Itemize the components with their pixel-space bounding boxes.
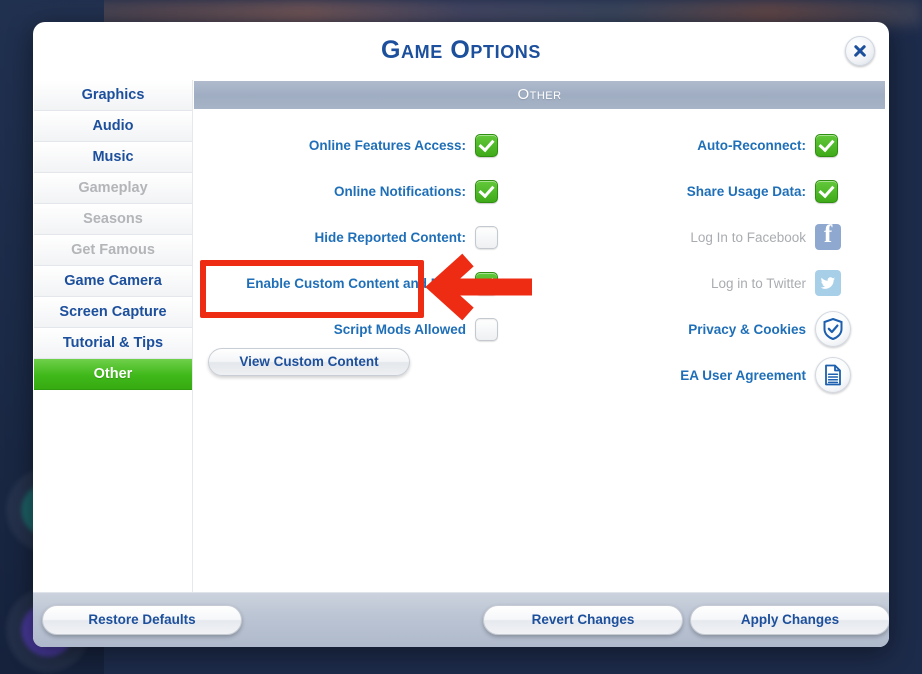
checkbox-wrap	[475, 271, 531, 295]
sidebar-item-graphics[interactable]: Graphics	[34, 80, 192, 111]
option-label: Privacy & Cookies	[688, 321, 806, 337]
option-online-features-access[interactable]: Online Features Access:	[201, 122, 531, 168]
option-hide-reported-content[interactable]: Hide Reported Content:	[201, 214, 531, 260]
dialog-body: Graphics Audio Music Gameplay Seasons Ge…	[33, 80, 889, 592]
category-sidebar: Graphics Audio Music Gameplay Seasons Ge…	[34, 80, 192, 592]
sidebar-item-seasons[interactable]: Seasons	[34, 204, 192, 235]
twitter-icon[interactable]	[815, 270, 841, 296]
shield-check-glyph	[823, 318, 843, 340]
sidebar-item-game-camera[interactable]: Game Camera	[34, 266, 192, 297]
sidebar-item-screen-capture[interactable]: Screen Capture	[34, 297, 192, 328]
option-label: Auto-Reconnect:	[697, 137, 806, 153]
icon-wrap	[815, 270, 871, 296]
checkbox-online-features-access[interactable]	[475, 133, 498, 157]
sidebar-item-get-famous[interactable]: Get Famous	[34, 235, 192, 266]
checkbox-wrap	[815, 133, 871, 157]
option-label: Online Notifications:	[333, 183, 466, 199]
checkbox-share-usage-data[interactable]	[815, 179, 838, 203]
option-label: Enable Custom Content and Mods	[246, 275, 466, 291]
option-label: Script Mods Allowed	[333, 321, 466, 337]
option-label: Online Features Access:	[308, 137, 466, 153]
checkbox-hide-reported-content[interactable]	[475, 225, 498, 249]
checkbox-enable-custom-content-and-mods[interactable]	[475, 271, 498, 295]
icon-wrap	[815, 221, 871, 250]
document-icon[interactable]	[815, 357, 851, 393]
option-log-in-to-twitter[interactable]: Log in to Twitter	[541, 260, 871, 306]
option-label: Hide Reported Content:	[314, 229, 467, 245]
twitter-bird-glyph	[820, 277, 836, 289]
dialog-titlebar: Game Options	[33, 22, 889, 80]
page-title: Game Options	[380, 36, 542, 64]
facebook-icon[interactable]	[815, 221, 841, 250]
document-glyph	[825, 364, 841, 386]
revert-changes-button[interactable]: Revert Changes	[483, 605, 683, 635]
option-auto-reconnect[interactable]: Auto-Reconnect:	[541, 122, 871, 168]
apply-changes-button[interactable]: Apply Changes	[690, 605, 889, 635]
checkbox-auto-reconnect[interactable]	[815, 133, 838, 157]
option-label: Log In to Facebook	[690, 229, 806, 245]
options-panel: Other Online Features Access: Online Not…	[192, 80, 889, 592]
sidebar-item-tutorial-and-tips[interactable]: Tutorial & Tips	[34, 328, 192, 359]
option-online-notifications[interactable]: Online Notifications:	[201, 168, 531, 214]
dialog-footer: Restore Defaults Revert Changes Apply Ch…	[33, 592, 889, 647]
option-enable-custom-content-and-mods[interactable]: Enable Custom Content and Mods	[201, 260, 531, 306]
panel-header: Other	[194, 81, 885, 109]
close-icon[interactable]	[845, 36, 875, 66]
option-ea-user-agreement[interactable]: EA User Agreement	[541, 352, 871, 398]
sidebar-filler	[34, 390, 192, 520]
sidebar-item-audio[interactable]: Audio	[34, 111, 192, 142]
checkbox-wrap	[815, 179, 871, 203]
sidebar-item-music[interactable]: Music	[34, 142, 192, 173]
icon-wrap	[815, 311, 871, 347]
checkbox-script-mods-allowed[interactable]	[475, 317, 498, 341]
shield-check-icon[interactable]	[815, 311, 851, 347]
icon-wrap	[815, 357, 871, 393]
option-privacy-and-cookies[interactable]: Privacy & Cookies	[541, 306, 871, 352]
checkbox-wrap	[475, 179, 531, 203]
sidebar-item-other[interactable]: Other	[34, 359, 192, 390]
checkbox-wrap	[475, 133, 531, 157]
option-label: Share Usage Data:	[686, 183, 806, 199]
option-share-usage-data[interactable]: Share Usage Data:	[541, 168, 871, 214]
view-custom-content-button[interactable]: View Custom Content	[208, 348, 410, 376]
checkbox-online-notifications[interactable]	[475, 179, 498, 203]
restore-defaults-button[interactable]: Restore Defaults	[42, 605, 242, 635]
option-log-in-to-facebook[interactable]: Log In to Facebook	[541, 214, 871, 260]
options-left-column: Online Features Access: Online Notificat…	[201, 122, 531, 376]
checkbox-wrap	[475, 317, 531, 341]
option-label: Log in to Twitter	[710, 275, 806, 291]
option-label: EA User Agreement	[680, 367, 806, 383]
sidebar-item-gameplay[interactable]: Gameplay	[34, 173, 192, 204]
checkbox-wrap	[475, 225, 531, 249]
game-options-dialog: Game Options Graphics Audio Music Gamepl…	[33, 22, 889, 647]
options-right-column: Auto-Reconnect: Share Usage Data: Log In…	[541, 122, 871, 398]
option-script-mods-allowed[interactable]: Script Mods Allowed	[201, 306, 531, 352]
